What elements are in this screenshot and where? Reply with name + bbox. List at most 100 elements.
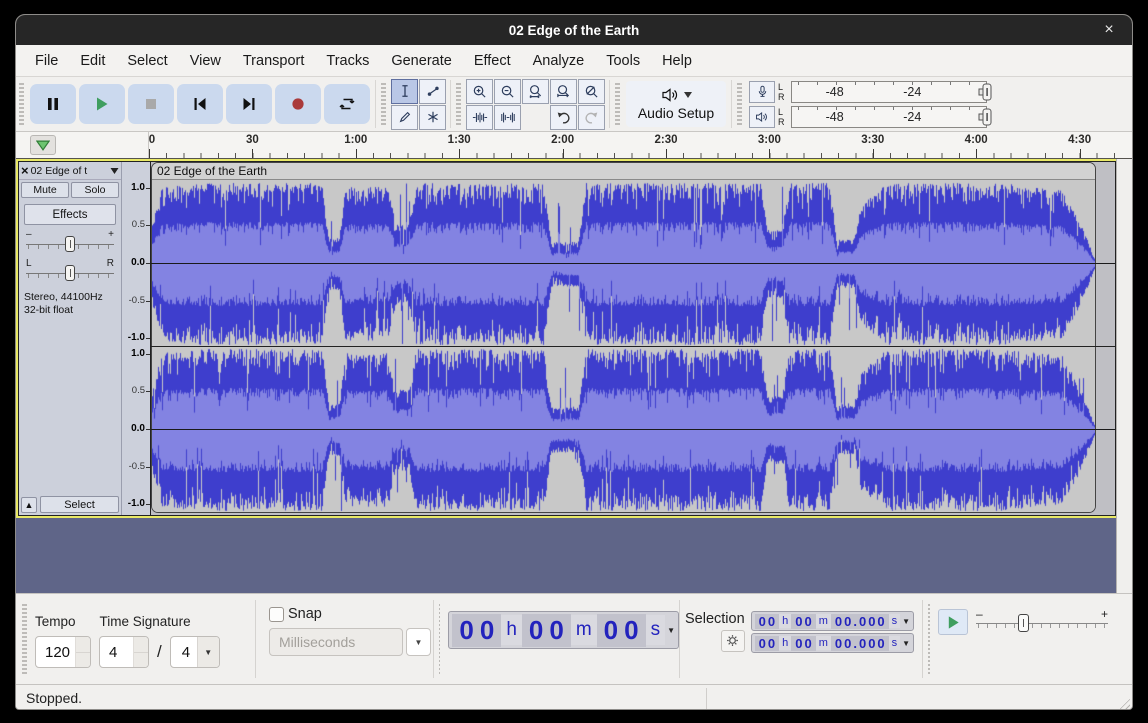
- playback-meter[interactable]: -48 -24: [791, 106, 987, 128]
- menu-analyze[interactable]: Analyze: [522, 49, 596, 73]
- undo-button[interactable]: [550, 105, 577, 130]
- dropdown-chevron-icon[interactable]: ▼: [197, 637, 219, 667]
- timesig-spin-buttons[interactable]: [133, 637, 148, 667]
- selection-settings-button[interactable]: [721, 630, 745, 652]
- time-digits[interactable]: 00: [755, 636, 779, 651]
- toolbar-gripper[interactable]: [615, 83, 620, 125]
- pan-slider[interactable]: L R: [26, 259, 114, 283]
- close-track-icon[interactable]: ×: [21, 165, 29, 177]
- meter-slider-thumb[interactable]: [978, 107, 994, 127]
- trim-audio-button[interactable]: [466, 105, 493, 130]
- time-format-chevron-icon[interactable]: ▼: [667, 626, 675, 635]
- mute-button[interactable]: Mute: [21, 182, 69, 198]
- loop-button[interactable]: [324, 84, 370, 124]
- toolbar-gripper[interactable]: [19, 83, 24, 125]
- audio-position-display[interactable]: 00h00m00s ▼: [448, 611, 679, 649]
- timesig-lower-dropdown[interactable]: 4 ▼: [170, 636, 220, 668]
- zoom-in-button[interactable]: [466, 79, 493, 104]
- zoom-to-selection-button[interactable]: [522, 79, 549, 104]
- timeline-ruler[interactable]: 0301:001:302:002:303:003:304:004:30: [16, 132, 1132, 159]
- menu-generate[interactable]: Generate: [380, 49, 462, 73]
- waveform-area[interactable]: 02 Edge of the Earth: [151, 162, 1115, 515]
- record-button[interactable]: [275, 84, 321, 124]
- toolbar-gripper[interactable]: [22, 604, 27, 674]
- menu-effect[interactable]: Effect: [463, 49, 522, 73]
- vertical-scrollbar[interactable]: [1116, 159, 1132, 593]
- stop-button[interactable]: [128, 84, 174, 124]
- collapse-track-button[interactable]: ▲: [21, 497, 37, 513]
- menu-file[interactable]: File: [24, 49, 69, 73]
- fit-project-button[interactable]: [550, 79, 577, 104]
- waveform-canvas[interactable]: [152, 181, 1095, 513]
- effects-button[interactable]: Effects: [24, 204, 116, 225]
- vertical-ruler[interactable]: 1.00.50.0-0.5-1.01.00.50.0-0.5-1.0: [122, 162, 151, 515]
- skip-to-end-button[interactable]: [226, 84, 272, 124]
- time-digits[interactable]: 00: [597, 614, 646, 647]
- menu-view[interactable]: View: [179, 49, 232, 73]
- silence-audio-button[interactable]: [494, 105, 521, 130]
- timesig-lower-value[interactable]: 4: [171, 637, 197, 667]
- zoom-toggle-button[interactable]: [578, 79, 605, 104]
- toolbar-gripper[interactable]: [381, 83, 386, 125]
- snap-checkbox[interactable]: [269, 607, 284, 622]
- playback-meter-button[interactable]: [749, 106, 775, 128]
- envelope-tool-button[interactable]: [419, 79, 446, 104]
- time-digits[interactable]: 00: [522, 614, 571, 647]
- solo-button[interactable]: Solo: [71, 182, 119, 198]
- draw-tool-button[interactable]: [391, 105, 418, 130]
- redo-button[interactable]: [578, 105, 605, 130]
- tempo-spinbox[interactable]: 120: [35, 636, 91, 668]
- time-digits[interactable]: 00.000: [831, 614, 889, 629]
- audio-clip[interactable]: 02 Edge of the Earth: [151, 162, 1096, 513]
- menu-help[interactable]: Help: [651, 49, 703, 73]
- time-digits[interactable]: 00: [791, 614, 815, 629]
- menu-tools[interactable]: Tools: [595, 49, 651, 73]
- selection-end-display[interactable]: 00h00m00.000s ▼: [751, 633, 914, 653]
- timesig-upper-value[interactable]: 4: [100, 637, 117, 667]
- toolbar-gripper[interactable]: [928, 604, 930, 674]
- time-digits[interactable]: 00.000: [831, 636, 889, 651]
- gain-slider[interactable]: – +: [26, 230, 114, 254]
- selection-tool-button[interactable]: [391, 79, 418, 104]
- snap-mode-combo[interactable]: Milliseconds: [269, 628, 403, 656]
- track-name[interactable]: 02 Edge of t: [31, 165, 108, 177]
- gain-slider-thumb[interactable]: [65, 236, 75, 252]
- loop-region-pin-button[interactable]: [30, 135, 56, 155]
- toolbar-gripper[interactable]: [737, 83, 742, 125]
- track-menu-chevron-icon[interactable]: [110, 168, 119, 174]
- time-format-chevron-icon[interactable]: ▼: [902, 617, 910, 626]
- recording-meter[interactable]: -48 -24: [791, 81, 987, 103]
- track-area[interactable]: × 02 Edge of t Mute Solo Effects – +: [16, 159, 1132, 593]
- menu-tracks[interactable]: Tracks: [315, 49, 380, 73]
- close-window-icon[interactable]: ×: [1098, 19, 1120, 41]
- play-at-speed-button[interactable]: [938, 609, 968, 635]
- time-digits[interactable]: 00: [791, 636, 815, 651]
- recording-meter-button[interactable]: [749, 81, 775, 103]
- pan-slider-thumb[interactable]: [65, 265, 75, 281]
- toolbar-gripper[interactable]: [439, 604, 440, 674]
- select-track-button[interactable]: Select: [40, 496, 119, 513]
- tempo-value[interactable]: 120: [36, 637, 70, 667]
- zoom-out-button[interactable]: [494, 79, 521, 104]
- play-button[interactable]: [79, 84, 125, 124]
- playback-speed-slider[interactable]: – +: [976, 609, 1108, 635]
- menu-select[interactable]: Select: [116, 49, 178, 73]
- resize-grip[interactable]: [1117, 696, 1130, 709]
- audio-setup-button[interactable]: Audio Setup: [626, 81, 726, 127]
- time-format-chevron-icon[interactable]: ▼: [902, 639, 910, 648]
- time-digits[interactable]: 00: [452, 614, 501, 647]
- tempo-spin-buttons[interactable]: [75, 637, 90, 667]
- timesig-upper-spinbox[interactable]: 4: [99, 636, 149, 668]
- toolbar-gripper[interactable]: [456, 83, 461, 125]
- speed-slider-thumb[interactable]: [1018, 614, 1029, 632]
- snap-mode-chevron-icon[interactable]: ▼: [406, 628, 431, 656]
- menu-transport[interactable]: Transport: [232, 49, 316, 73]
- selection-start-display[interactable]: 00h00m00.000s ▼: [751, 611, 914, 631]
- skip-to-start-button[interactable]: [177, 84, 223, 124]
- clip-title[interactable]: 02 Edge of the Earth: [152, 163, 1095, 180]
- time-digits[interactable]: 00: [755, 614, 779, 629]
- pause-button[interactable]: [30, 84, 76, 124]
- menu-edit[interactable]: Edit: [69, 49, 116, 73]
- meter-slider-thumb[interactable]: [978, 82, 994, 102]
- multi-tool-button[interactable]: [419, 105, 446, 130]
